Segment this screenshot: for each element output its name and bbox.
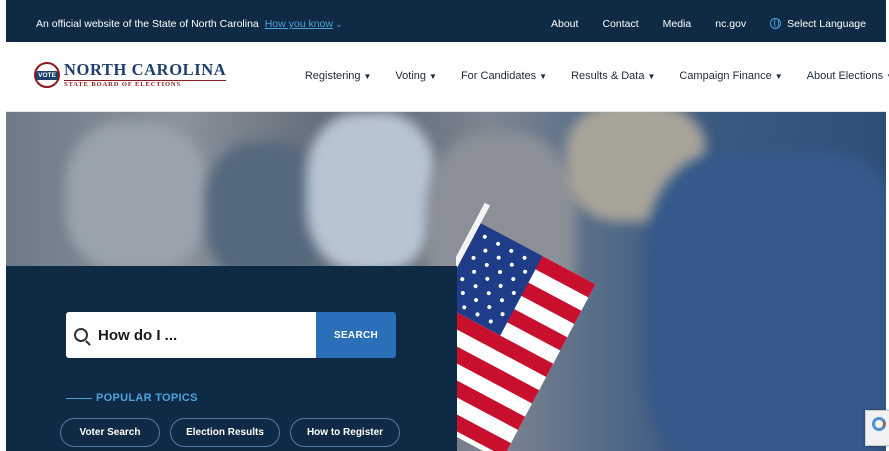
nav-label: Voting (395, 70, 427, 82)
site-header: VOTE NORTH CAROLINA STATE BOARD OF ELECT… (6, 42, 889, 112)
globe-icon (770, 18, 782, 29)
nav-label: Results & Data (571, 70, 645, 82)
nav-item-for-candidates[interactable]: For Candidates ▼ (461, 70, 547, 82)
caret-down-icon: ▼ (647, 72, 656, 81)
american-flag-icon (456, 202, 596, 451)
search-button[interactable]: SEARCH (316, 312, 396, 358)
utility-link-nc-gov[interactable]: nc.gov (715, 18, 746, 30)
popular-topics-heading: POPULAR TOPICS (66, 392, 198, 404)
logo-title: NORTH CAROLINA (64, 60, 227, 79)
logo-badge-text: VOTE (36, 70, 58, 80)
nav-item-campaign-finance[interactable]: Campaign Finance ▼ (679, 70, 782, 82)
utility-link-contact[interactable]: Contact (602, 18, 638, 30)
search-placeholder: How do I ... (98, 326, 178, 344)
nav-item-registering[interactable]: Registering ▼ (305, 70, 372, 82)
popular-topics-list: Voter Search Election Results How to Reg… (60, 418, 410, 447)
topic-election-results-button[interactable]: Election Results (170, 418, 280, 447)
nav-label: Registering (304, 70, 361, 82)
logo-subtitle: STATE BOARD OF ELECTIONS (64, 79, 227, 89)
caret-down-icon: ▼ (429, 72, 437, 81)
site-logo[interactable]: VOTE NORTH CAROLINA STATE BOARD OF ELECT… (34, 60, 227, 89)
topic-how-to-register-button[interactable]: How to Register (290, 418, 400, 447)
utility-nav: About Contact Media nc.gov Select Langua… (527, 18, 866, 30)
chevron-down-icon[interactable]: ⌄ (335, 19, 343, 29)
hero-figure-shape (66, 122, 206, 272)
hero-figure-shape (306, 112, 436, 272)
heading-rule (66, 397, 92, 399)
caret-down-icon: ▼ (774, 72, 783, 81)
topic-voter-search-button[interactable]: Voter Search (60, 418, 160, 447)
search-panel: How do I ... SEARCH POPULAR TOPICS Voter… (6, 266, 457, 451)
how-you-know-link[interactable]: How you know (265, 18, 333, 30)
search-input[interactable]: How do I ... (66, 312, 316, 358)
utility-link-media[interactable]: Media (663, 18, 692, 30)
select-language-button[interactable]: Select Language (770, 18, 866, 30)
main-nav: Registering ▼ Voting ▼ For Candidates ▼ Res… (281, 70, 889, 82)
caret-down-icon: ▼ (363, 72, 372, 81)
recaptcha-badge[interactable] (865, 410, 889, 446)
nav-label: Campaign Finance (679, 70, 772, 82)
nav-label: About Elections (806, 70, 884, 82)
vote-seal-icon: VOTE (34, 62, 60, 88)
recaptcha-icon (872, 417, 886, 431)
popular-topics-label: POPULAR TOPICS (96, 392, 198, 404)
official-website-text: An official website of the State of Nort… (36, 18, 259, 30)
search-icon (74, 328, 88, 342)
logo-wordmark: NORTH CAROLINA STATE BOARD OF ELECTIONS (64, 60, 227, 89)
caret-down-icon: ▼ (539, 72, 548, 81)
select-language-label: Select Language (787, 18, 866, 30)
nav-item-voting[interactable]: Voting ▼ (395, 70, 437, 82)
nav-item-results-data[interactable]: Results & Data ▼ (571, 70, 655, 82)
official-website-notice: An official website of the State of Nort… (36, 18, 343, 30)
denim-jacket-shape (646, 152, 886, 451)
official-gov-banner: An official website of the State of Nort… (0, 0, 889, 42)
nav-item-about-elections[interactable]: About Elections▼ (807, 70, 889, 82)
utility-link-about[interactable]: About (551, 18, 578, 30)
nav-label: For Candidates (460, 70, 537, 82)
